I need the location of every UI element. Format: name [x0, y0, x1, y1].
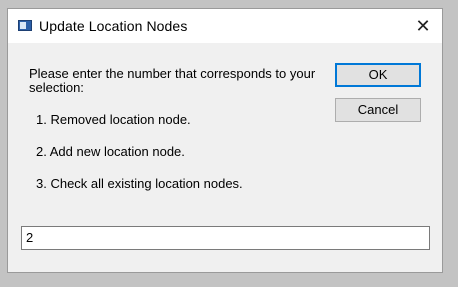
option-1: 1. Removed location node. — [36, 112, 191, 127]
close-button[interactable]: ✕ — [404, 9, 442, 43]
option-3: 3. Check all existing location nodes. — [36, 176, 243, 191]
selection-input[interactable]: 2 — [21, 226, 430, 250]
window-app-icon — [18, 20, 32, 31]
prompt-text: Please enter the number that corresponds… — [29, 66, 316, 95]
window-title: Update Location Nodes — [39, 18, 188, 34]
option-2: 2. Add new location node. — [36, 144, 185, 159]
cancel-button[interactable]: Cancel — [335, 98, 421, 122]
ok-button[interactable]: OK — [335, 63, 421, 87]
title-bar[interactable]: Update Location Nodes ✕ — [8, 9, 442, 43]
